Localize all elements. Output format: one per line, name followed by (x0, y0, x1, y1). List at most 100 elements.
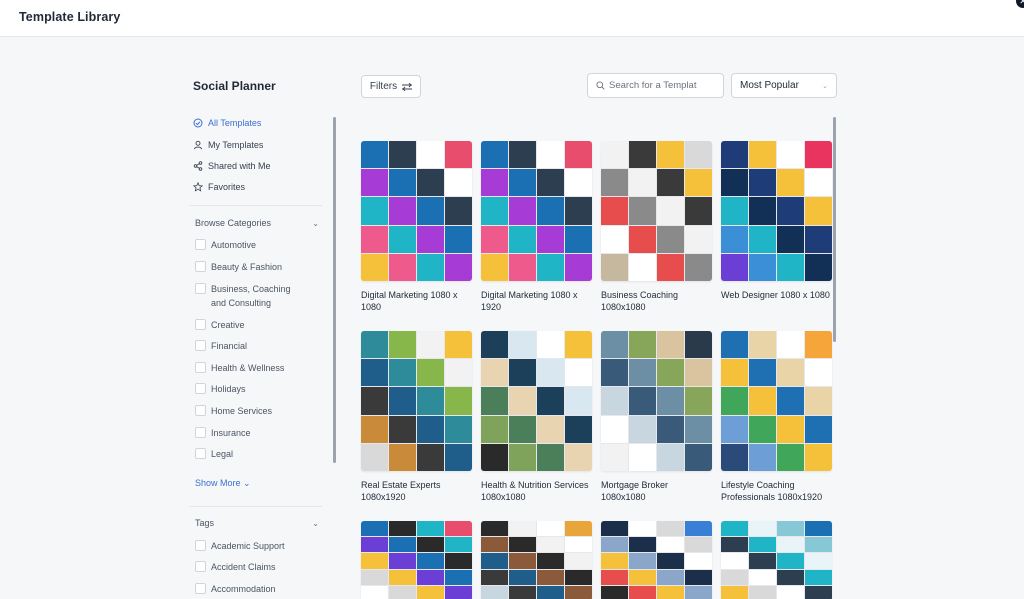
category-holidays[interactable]: Holidays (195, 382, 325, 396)
search-input[interactable] (609, 80, 719, 91)
thumbnail-tile (777, 443, 804, 471)
thumbnail-tile (657, 569, 684, 585)
nav-all-templates[interactable]: All Templates (193, 114, 261, 132)
thumbnail-tile (565, 169, 592, 197)
nav-favorites[interactable]: Favorites (193, 178, 245, 196)
thumbnail-tile (721, 359, 748, 387)
thumbnail-tile (537, 197, 564, 225)
category-creative[interactable]: Creative (195, 318, 325, 332)
thumbnail-tile (481, 253, 508, 281)
template-card[interactable]: Business Coaching 1080x1080 (601, 141, 712, 313)
checkbox[interactable] (195, 383, 206, 394)
category-automotive[interactable]: Automotive (195, 238, 325, 252)
search-box[interactable] (587, 73, 724, 98)
checkbox[interactable] (195, 583, 206, 594)
category-legal[interactable]: Legal (195, 447, 325, 461)
browse-categories-header[interactable]: Browse Categories ⌄ (195, 216, 319, 230)
tag-accommodation[interactable]: Accommodation (195, 582, 325, 596)
thumbnail-tile (509, 331, 536, 359)
template-thumbnail[interactable] (481, 521, 592, 599)
checkbox[interactable] (195, 340, 206, 351)
template-thumbnail[interactable] (601, 141, 712, 281)
category-label: Health & Wellness (211, 363, 285, 373)
thumbnail-tile (481, 387, 508, 415)
thumbnail-tile (805, 553, 832, 569)
thumbnail-tile (389, 169, 416, 197)
checkbox[interactable] (195, 561, 206, 572)
thumbnail-tile (685, 585, 712, 599)
category-insurance[interactable]: Insurance (195, 426, 325, 440)
template-card[interactable]: Web Designer 1080 x 1080 (721, 141, 832, 301)
thumbnail-tile (565, 443, 592, 471)
thumbnail-tile (481, 169, 508, 197)
category-label: Holidays (211, 384, 246, 394)
filters-button[interactable]: Filters (361, 75, 421, 98)
main-scrollbar[interactable] (833, 117, 836, 342)
tag-academic-support[interactable]: Academic Support (195, 539, 325, 553)
checkbox[interactable] (195, 448, 206, 459)
template-card[interactable] (361, 521, 472, 599)
category-business-coaching[interactable]: Business, Coaching and Consulting (195, 282, 305, 310)
show-more-link[interactable]: Show More ⌄ (195, 478, 251, 489)
thumbnail-tile (629, 197, 656, 225)
checkbox[interactable] (195, 540, 206, 551)
thumbnail-tile (601, 359, 628, 387)
template-thumbnail[interactable] (361, 331, 472, 471)
template-label: Digital Marketing 1080 x 1080 (361, 290, 458, 312)
template-card[interactable] (721, 521, 832, 599)
template-card[interactable]: Real Estate Experts 1080x1920 (361, 331, 472, 503)
template-card[interactable] (601, 521, 712, 599)
checkbox[interactable] (195, 239, 206, 250)
sidebar-scrollbar[interactable] (333, 117, 336, 463)
tags-header[interactable]: Tags ⌄ (195, 516, 319, 530)
checkbox[interactable] (195, 405, 206, 416)
template-thumbnail[interactable] (361, 141, 472, 281)
thumbnail-tile (417, 225, 444, 253)
thumbnail-tile (445, 197, 472, 225)
template-thumbnail[interactable] (361, 521, 472, 599)
thumbnail-tile (361, 331, 388, 359)
template-card[interactable]: Mortgage Broker 1080x1080 (601, 331, 712, 503)
template-label: Lifestyle Coaching Professionals 1080x19… (721, 480, 823, 502)
template-thumbnail[interactable] (601, 521, 712, 599)
template-card[interactable]: Lifestyle Coaching Professionals 1080x19… (721, 331, 832, 503)
thumbnail-tile (389, 387, 416, 415)
thumbnail-tile (721, 521, 748, 537)
template-thumbnail[interactable] (601, 331, 712, 471)
category-beauty-fashion[interactable]: Beauty & Fashion (195, 260, 325, 274)
category-home-services[interactable]: Home Services (195, 404, 325, 418)
template-card[interactable]: Digital Marketing 1080 x 1080 (361, 141, 472, 313)
nav-shared-with-me[interactable]: Shared with Me (193, 157, 271, 175)
template-thumbnail[interactable] (481, 141, 592, 281)
thumbnail-tile (481, 569, 508, 585)
checkbox[interactable] (195, 319, 206, 330)
sort-dropdown[interactable]: Most Popular ⌄ (731, 73, 837, 98)
thumbnail-tile (657, 521, 684, 537)
thumbnail-tile (777, 253, 804, 281)
template-thumbnail[interactable] (481, 331, 592, 471)
thumbnail-tile (389, 415, 416, 443)
category-financial[interactable]: Financial (195, 339, 325, 353)
thumbnail-tile (685, 415, 712, 443)
thumbnail-tile (657, 387, 684, 415)
thumbnail-tile (721, 415, 748, 443)
checkbox[interactable] (195, 283, 206, 294)
template-thumbnail[interactable] (721, 331, 832, 471)
template-card[interactable]: Health & Nutrition Services 1080x1080 (481, 331, 592, 503)
template-card[interactable] (481, 521, 592, 599)
template-thumbnail[interactable] (721, 521, 832, 599)
chevron-down-icon: ⌄ (243, 478, 251, 488)
template-card[interactable]: Digital Marketing 1080 x 1920 (481, 141, 592, 313)
category-health-wellness[interactable]: Health & Wellness (195, 361, 325, 375)
checkbox[interactable] (195, 427, 206, 438)
tag-accident-claims[interactable]: Accident Claims (195, 560, 325, 574)
nav-my-templates[interactable]: My Templates (193, 136, 263, 154)
thumbnail-tile (777, 225, 804, 253)
thumbnail-tile (417, 387, 444, 415)
template-thumbnail[interactable] (721, 141, 832, 281)
thumbnail-tile (805, 585, 832, 599)
checkbox[interactable] (195, 362, 206, 373)
thumbnail-tile (417, 521, 444, 537)
thumbnail-tile (481, 585, 508, 599)
checkbox[interactable] (195, 261, 206, 272)
